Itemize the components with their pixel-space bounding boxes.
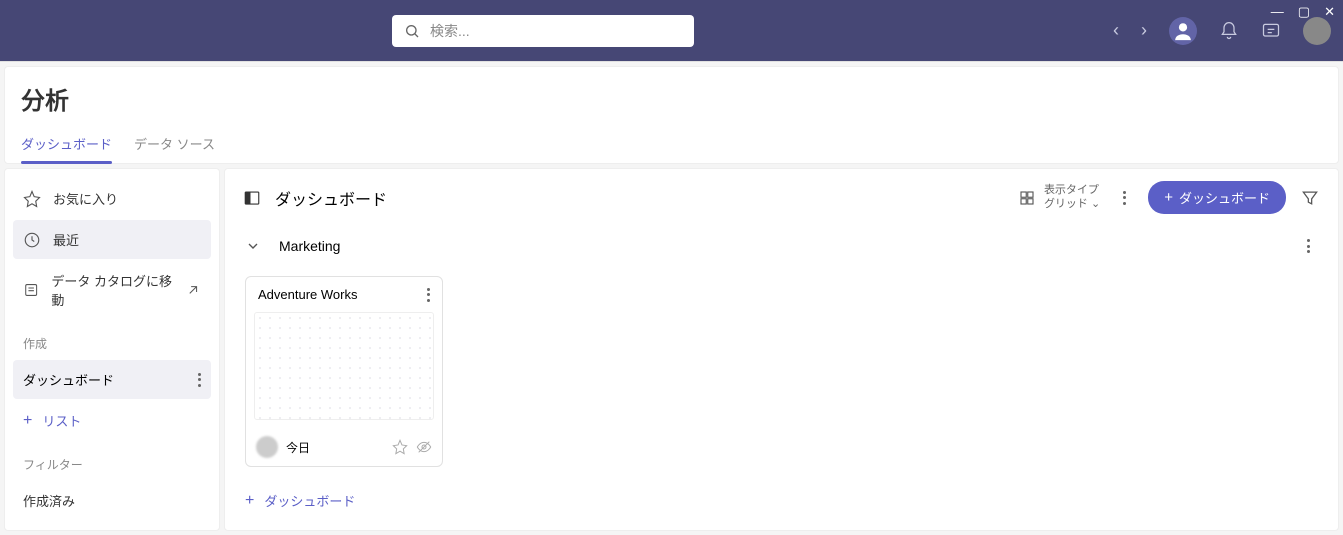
search-input[interactable]	[430, 23, 682, 39]
sidebar-item-label: お気に入り	[53, 189, 118, 208]
button-label: ダッシュボード	[1179, 188, 1270, 207]
titlebar-right: ‹ ›	[1113, 17, 1331, 45]
dashboard-card[interactable]: Adventure Works 今日	[245, 276, 443, 467]
view-type-selector[interactable]: 表示タイプ グリッド ⌄	[1018, 184, 1100, 210]
user-avatar[interactable]	[1303, 17, 1331, 45]
card-area: Adventure Works 今日	[225, 266, 1338, 477]
add-dashboard-link[interactable]: + ダッシュボード	[225, 477, 1338, 524]
main-panel: ダッシュボード 表示タイプ グリッド ⌄ + ダッシュボード	[224, 168, 1339, 531]
view-type-label: 表示タイプ	[1044, 184, 1100, 197]
visibility-icon[interactable]	[416, 439, 432, 455]
sidebar-item-label: データ カタログに移動	[51, 271, 172, 309]
minimize-button[interactable]: —	[1271, 4, 1284, 20]
sidebar-item-catalog[interactable]: データ カタログに移動	[13, 261, 211, 319]
chevron-down-icon: ⌄	[1091, 198, 1100, 210]
card-header: Adventure Works	[246, 277, 442, 312]
window-controls: — ▢ ✕	[1271, 4, 1335, 20]
sidebar-item-recent[interactable]: 最近	[13, 220, 211, 259]
external-link-icon	[185, 281, 201, 299]
sidebar: お気に入り 最近 データ カタログに移動 作成 ダッシュボード + リスト フィ…	[4, 168, 220, 531]
star-icon[interactable]	[392, 439, 408, 455]
card-more-icon[interactable]	[427, 288, 430, 302]
search-box[interactable]	[392, 15, 694, 47]
search-icon	[404, 23, 420, 39]
header-panel: 分析 ダッシュボード データ ソース	[4, 66, 1339, 164]
tab-datasources[interactable]: データ ソース	[134, 134, 215, 163]
card-footer: 今日	[246, 428, 442, 466]
sidebar-create-dashboard[interactable]: ダッシュボード	[13, 360, 211, 399]
tabs: ダッシュボード データ ソース	[21, 134, 1322, 163]
bell-icon[interactable]	[1219, 21, 1239, 41]
add-dashboard-label: ダッシュボード	[264, 491, 355, 510]
sidebar-item-label: 作成済み	[23, 491, 75, 510]
card-preview	[254, 312, 434, 420]
catalog-icon	[23, 281, 39, 299]
group-header: Marketing	[225, 226, 1338, 266]
nav-back-icon[interactable]: ‹	[1113, 20, 1119, 41]
content: 分析 ダッシュボード データ ソース お気に入り 最近 データ カタログに移動 …	[0, 61, 1343, 535]
sidebar-item-label: 最近	[53, 230, 79, 249]
maximize-button[interactable]: ▢	[1298, 4, 1310, 20]
chevron-down-icon[interactable]	[245, 238, 261, 254]
page-title: 分析	[21, 81, 1322, 116]
star-icon	[23, 190, 41, 208]
sidebar-item-label: リスト	[42, 411, 81, 430]
main-title: ダッシュボード	[275, 186, 387, 210]
more-icon[interactable]	[198, 373, 201, 387]
assistant-avatar[interactable]	[1169, 17, 1197, 45]
sidebar-create-list[interactable]: + リスト	[13, 401, 211, 440]
new-dashboard-button[interactable]: + ダッシュボード	[1148, 181, 1286, 214]
sidebar-item-label: ダッシュボード	[23, 370, 114, 389]
titlebar: — ▢ ✕ ‹ ›	[0, 0, 1343, 61]
plus-icon: +	[23, 412, 32, 430]
sidebar-filter-label: フィルター	[13, 442, 211, 479]
main-header: ダッシュボード 表示タイプ グリッド ⌄ + ダッシュボード	[225, 169, 1338, 226]
nav-forward-icon[interactable]: ›	[1141, 20, 1147, 41]
tab-dashboards[interactable]: ダッシュボード	[21, 134, 112, 163]
body-row: お気に入り 最近 データ カタログに移動 作成 ダッシュボード + リスト フィ…	[4, 168, 1339, 531]
sidebar-item-favorites[interactable]: お気に入り	[13, 179, 211, 218]
sidebar-item-created[interactable]: 作成済み	[13, 481, 211, 520]
plus-icon: +	[1164, 189, 1173, 206]
view-type-value: グリッド	[1044, 198, 1088, 210]
card-date: 今日	[286, 439, 310, 456]
card-avatar	[256, 436, 278, 458]
chat-icon[interactable]	[1261, 21, 1281, 41]
clock-icon	[23, 231, 41, 249]
group-name: Marketing	[279, 238, 340, 254]
close-button[interactable]: ✕	[1324, 4, 1335, 20]
sidebar-create-label: 作成	[13, 321, 211, 358]
group-more-button[interactable]	[1298, 236, 1318, 256]
plus-icon: +	[245, 492, 254, 510]
more-button[interactable]	[1114, 188, 1134, 208]
card-title: Adventure Works	[258, 287, 357, 302]
panel-icon	[243, 189, 261, 207]
grid-icon	[1018, 189, 1036, 207]
filter-icon[interactable]	[1300, 188, 1320, 208]
